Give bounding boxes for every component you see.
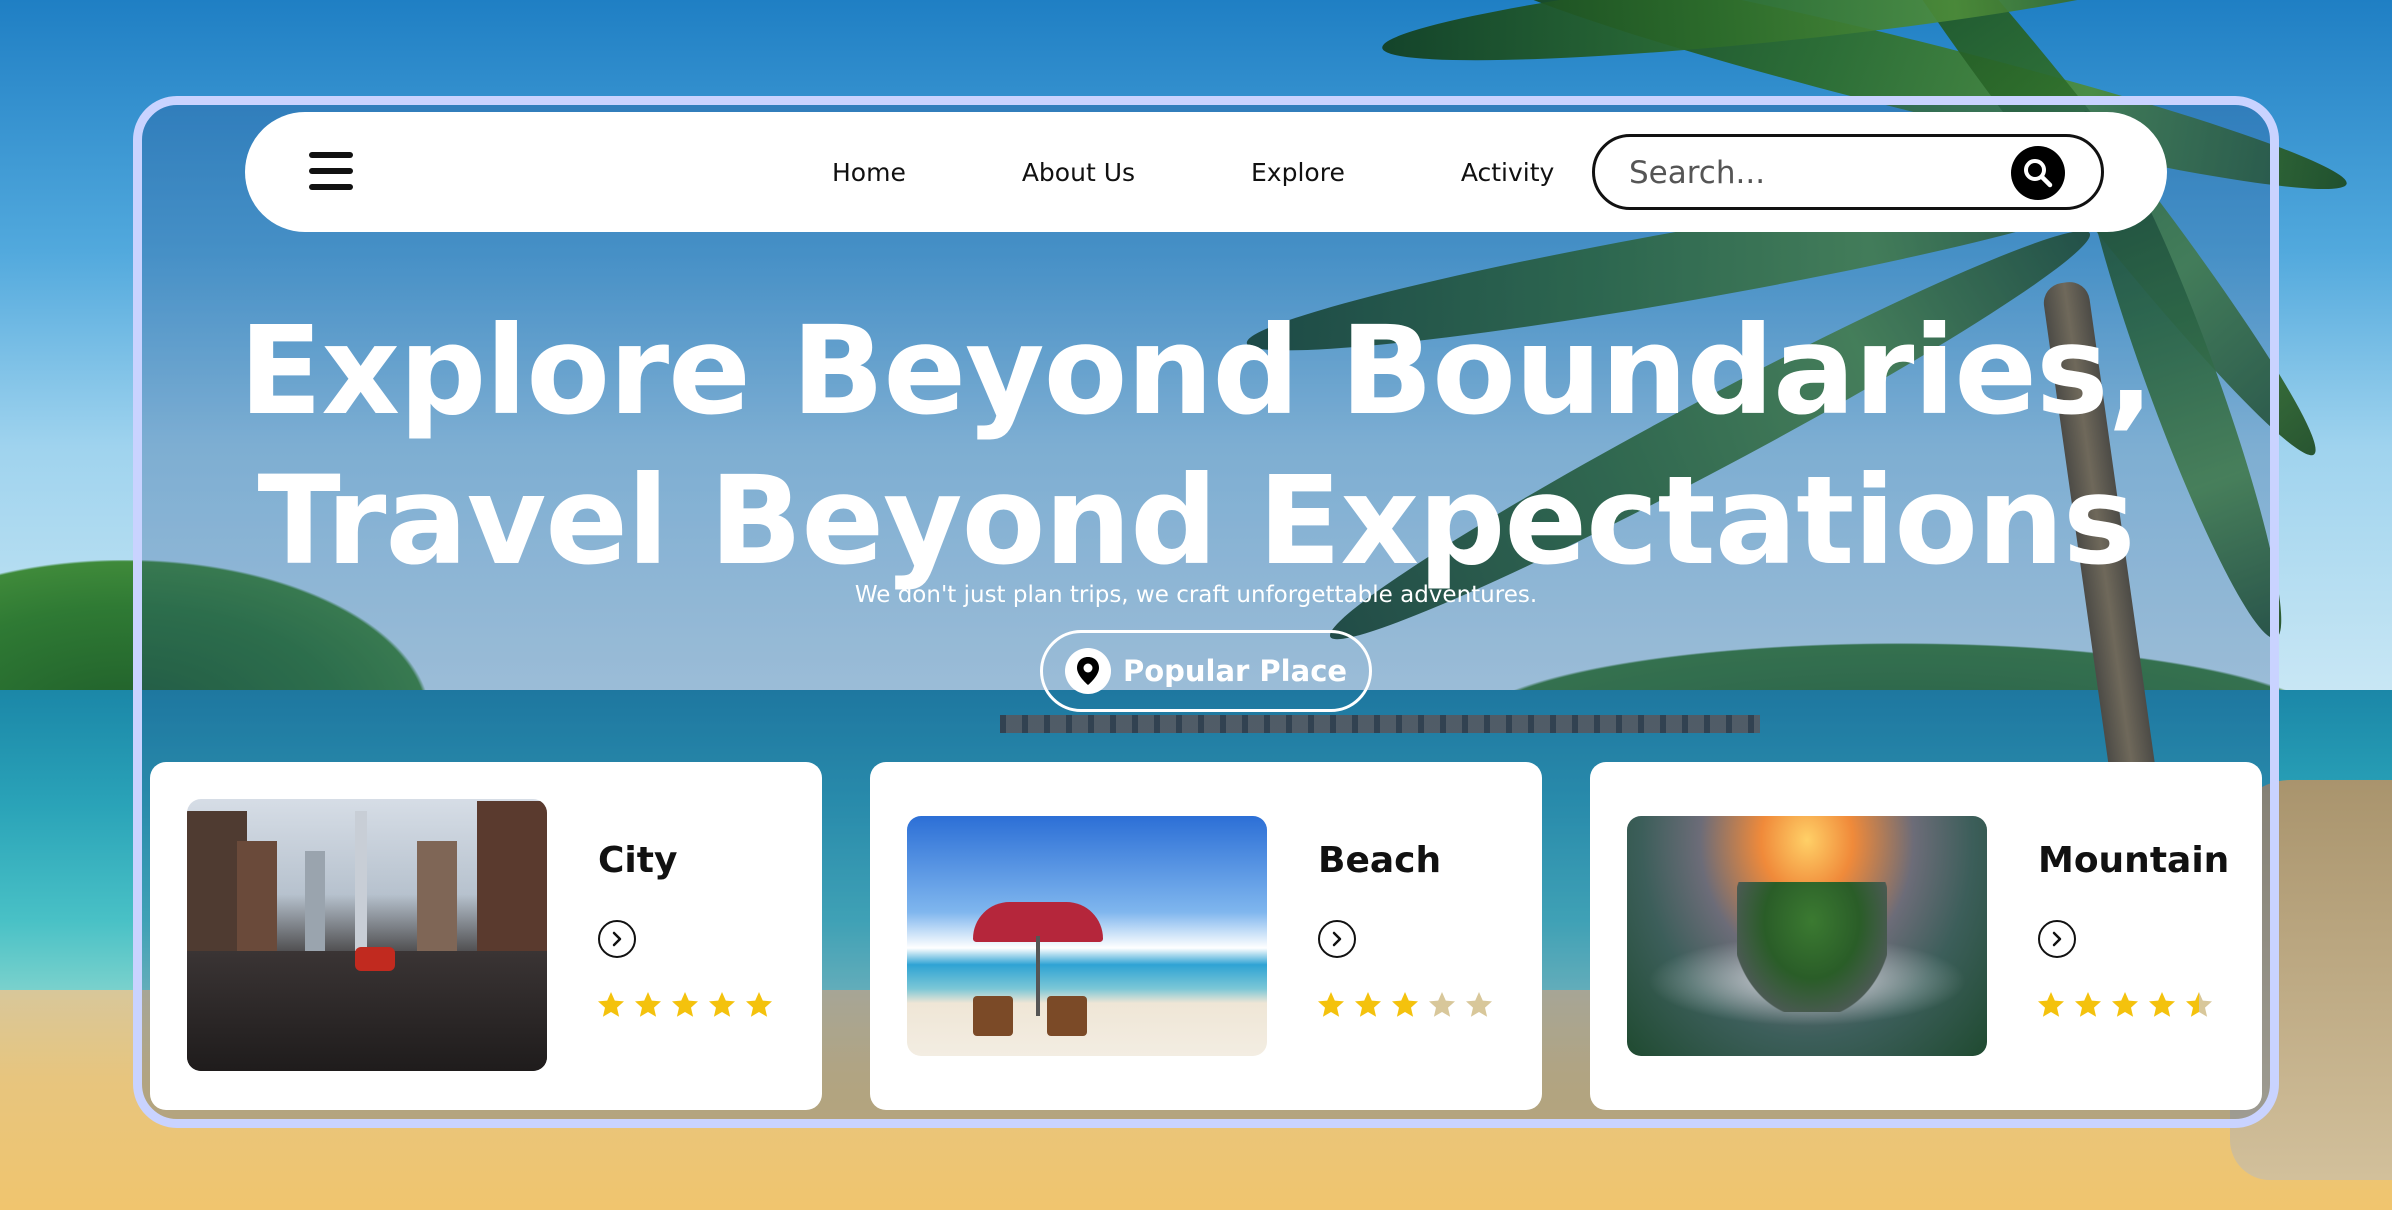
star-icon (2184, 990, 2214, 1020)
star-icon (1353, 990, 1383, 1020)
nav-link-home[interactable]: Home (832, 158, 906, 187)
destination-card-city[interactable]: City (150, 762, 822, 1110)
city-photo (187, 799, 547, 1071)
rating-stars (2036, 990, 2221, 1020)
destination-card-beach[interactable]: Beach (870, 762, 1542, 1110)
nav-links: Home About Us Explore Activity (832, 112, 1554, 232)
popular-place-button[interactable]: Popular Place (1040, 630, 1372, 712)
star-icon (1316, 990, 1346, 1020)
nav-link-explore[interactable]: Explore (1251, 158, 1345, 187)
search-bar (1592, 134, 2104, 210)
star-icon (1390, 990, 1420, 1020)
card-title: Mountain (2038, 840, 2230, 881)
hero-subtitle: We don't just plan trips, we craft unfor… (854, 582, 1538, 608)
nav-link-activity[interactable]: Activity (1461, 158, 1555, 187)
star-icon (2036, 990, 2066, 1020)
card-title: Beach (1318, 840, 1442, 881)
destination-card-mountain[interactable]: Mountain (1590, 762, 2262, 1110)
nav-link-about-us[interactable]: About Us (1022, 158, 1135, 187)
rating-stars (596, 990, 781, 1020)
beach-photo (907, 816, 1267, 1056)
hamburger-icon[interactable] (309, 152, 353, 190)
star-icon (2147, 990, 2177, 1020)
chevron-right-circle-icon[interactable] (598, 920, 636, 958)
star-icon (1464, 990, 1494, 1020)
star-icon (744, 990, 774, 1020)
star-icon (596, 990, 626, 1020)
hero-title-line-2: Travel Beyond Expectations (257, 450, 2135, 592)
star-icon (2073, 990, 2103, 1020)
star-icon (1427, 990, 1457, 1020)
star-icon (670, 990, 700, 1020)
mountain-photo (1627, 816, 1987, 1056)
chevron-right-circle-icon[interactable] (2038, 920, 2076, 958)
card-title: City (598, 840, 678, 881)
star-icon (633, 990, 663, 1020)
search-input[interactable] (1629, 151, 2009, 195)
hero-title-line-1: Explore Beyond Boundaries, (239, 300, 2154, 442)
hero-title: Explore Beyond Boundaries, Travel Beyond… (0, 296, 2392, 596)
search-icon[interactable] (2011, 146, 2065, 200)
star-icon (707, 990, 737, 1020)
rating-stars (1316, 990, 1501, 1020)
chevron-right-circle-icon[interactable] (1318, 920, 1356, 958)
navbar: Home About Us Explore Activity (245, 112, 2167, 232)
map-pin-icon (1064, 648, 1111, 694)
popular-place-label: Popular Place (1122, 654, 1348, 688)
star-icon (2110, 990, 2140, 1020)
